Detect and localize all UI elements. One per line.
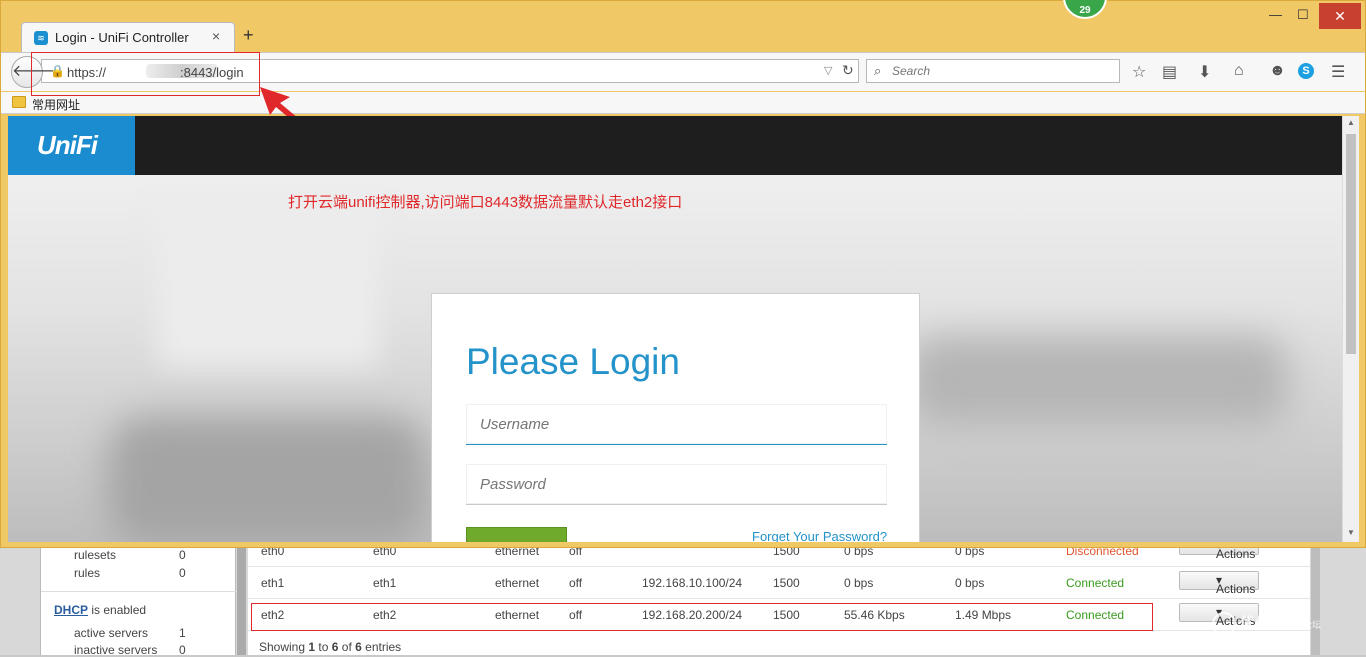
background-decor bbox=[908, 336, 1288, 426]
unifi-logo[interactable]: UniFi bbox=[8, 116, 135, 175]
browser-window: ≋ Login - UniFi Controller × + 29 — ☐ ✕ … bbox=[0, 0, 1366, 548]
cell-vlan: off bbox=[569, 576, 583, 590]
eth2-row-highlight bbox=[251, 603, 1153, 631]
watermark-logo-icon bbox=[1212, 612, 1236, 637]
cell-status: Connected bbox=[1066, 576, 1125, 590]
footer-text: of bbox=[338, 640, 356, 654]
actions-label: Actions bbox=[1215, 547, 1256, 561]
footer-text: Showing bbox=[259, 640, 309, 654]
scroll-down-icon[interactable]: ▼ bbox=[1347, 528, 1355, 537]
url-annotation-box bbox=[31, 52, 260, 96]
tab-title: Login - UniFi Controller bbox=[55, 30, 189, 45]
home-icon[interactable]: ⌂ bbox=[1234, 62, 1244, 80]
table-row: eth1 eth1 ethernet off 192.168.10.100/24… bbox=[248, 567, 1310, 599]
footer-text: entries bbox=[361, 640, 402, 654]
actions-label: Actions bbox=[1215, 582, 1256, 596]
cell-type: ethernet bbox=[495, 576, 540, 590]
dhcp-link[interactable]: DHCP bbox=[54, 603, 88, 617]
forgot-password-link[interactable]: Forget Your Password? bbox=[752, 529, 887, 542]
page-scrollbar[interactable]: ▲ ▼ bbox=[1342, 116, 1359, 542]
cell-description: eth1 bbox=[373, 576, 397, 590]
cell-address: 192.168.10.100/24 bbox=[642, 576, 743, 590]
scroll-up-icon[interactable]: ▲ bbox=[1347, 118, 1355, 127]
page-content: UniFi 打开云端unifi控制器,访问端口8443数据流量默认走eth2接口… bbox=[8, 116, 1342, 542]
title-bar: ≋ Login - UniFi Controller × + 29 — ☐ ✕ bbox=[1, 0, 1366, 53]
maximize-button[interactable]: ☐ bbox=[1297, 7, 1309, 23]
cell-rx: 0 bps bbox=[955, 576, 985, 590]
bg-scrollbar[interactable] bbox=[237, 540, 246, 655]
bg-stat-label: rules bbox=[74, 566, 101, 580]
minimize-button[interactable]: — bbox=[1269, 7, 1282, 22]
folder-icon bbox=[12, 96, 26, 108]
tab-login[interactable]: ≋ Login - UniFi Controller × bbox=[21, 22, 235, 52]
download-icon[interactable]: ⬇ bbox=[1198, 62, 1211, 82]
notification-badge[interactable]: 29 bbox=[1063, 0, 1107, 19]
cell-tx: 0 bps bbox=[844, 576, 874, 590]
reading-list-icon[interactable]: ▤ bbox=[1162, 62, 1177, 82]
cell-name: eth1 bbox=[261, 576, 285, 590]
bookmark-folder-label[interactable]: 常用网址 bbox=[32, 96, 80, 113]
watermark-sub: bbs.ubnt.com.cn bbox=[1242, 636, 1309, 647]
unifi-logo-text: UniFi bbox=[37, 130, 98, 160]
background-decor bbox=[158, 196, 378, 366]
menu-icon[interactable]: ☰ bbox=[1331, 62, 1345, 82]
unifi-favicon-icon: ≋ bbox=[34, 31, 48, 45]
background-router-page: rulesets 0 rules 0 DHCP is enabled activ… bbox=[0, 536, 1366, 657]
username-input[interactable] bbox=[466, 404, 887, 445]
bg-stat-label: active servers bbox=[74, 626, 149, 640]
search-bar[interactable]: ⌕ bbox=[866, 59, 1120, 83]
bg-left-panel: rulesets 0 rules 0 DHCP is enabled activ… bbox=[40, 540, 237, 657]
login-card: Please Login Forget Your Password? bbox=[431, 293, 920, 542]
login-title: Please Login bbox=[466, 341, 680, 382]
bg-stat-value: 0 bbox=[179, 548, 186, 562]
search-input[interactable] bbox=[892, 63, 1112, 79]
bg-stat-label: rulesets bbox=[74, 548, 117, 562]
footer-total: 6 bbox=[355, 640, 362, 654]
search-icon: ⌕ bbox=[874, 63, 882, 78]
bg-divider bbox=[41, 591, 237, 592]
interfaces-table: eth0 eth0 ethernet off 1500 0 bps 0 bps … bbox=[248, 536, 1310, 655]
login-button[interactable] bbox=[466, 527, 567, 542]
bg-dhcp-status: DHCP is enabled bbox=[54, 603, 146, 617]
watermark-sub2: 技术论坛 bbox=[1285, 620, 1322, 630]
table-footer: Showing 1 to 6 of 6 entries bbox=[259, 640, 401, 654]
background-decor bbox=[108, 416, 428, 542]
actions-button[interactable]: Actions ▾ bbox=[1179, 571, 1259, 596]
skype-icon[interactable]: S bbox=[1298, 63, 1314, 79]
footer-text: to bbox=[315, 640, 332, 654]
tab-close-icon[interactable]: × bbox=[212, 28, 220, 44]
scrollbar-thumb[interactable] bbox=[1346, 134, 1356, 354]
new-tab-button[interactable]: + bbox=[243, 25, 254, 46]
close-window-button[interactable]: ✕ bbox=[1319, 3, 1361, 29]
url-dropdown-icon[interactable]: ▽ bbox=[824, 64, 832, 77]
bookmark-star-icon[interactable]: ☆ bbox=[1132, 62, 1146, 82]
unifi-header: UniFi bbox=[8, 116, 1342, 175]
reload-icon[interactable]: ↻ bbox=[842, 62, 854, 79]
bg-stat-value: 1 bbox=[179, 626, 186, 640]
bg-stat-value: 0 bbox=[179, 566, 186, 580]
dhcp-status-text: is enabled bbox=[88, 603, 147, 617]
watermark-text: 优倍快 bbox=[1240, 615, 1286, 632]
password-input[interactable] bbox=[466, 464, 887, 505]
chat-icon[interactable]: ☻ bbox=[1269, 62, 1286, 80]
watermark: 优倍快技术论坛 bbs.ubnt.com.cn bbox=[1212, 612, 1362, 652]
annotation-text: 打开云端unifi控制器,访问端口8443数据流量默认走eth2接口 bbox=[288, 194, 683, 211]
cell-mtu: 1500 bbox=[773, 576, 800, 590]
